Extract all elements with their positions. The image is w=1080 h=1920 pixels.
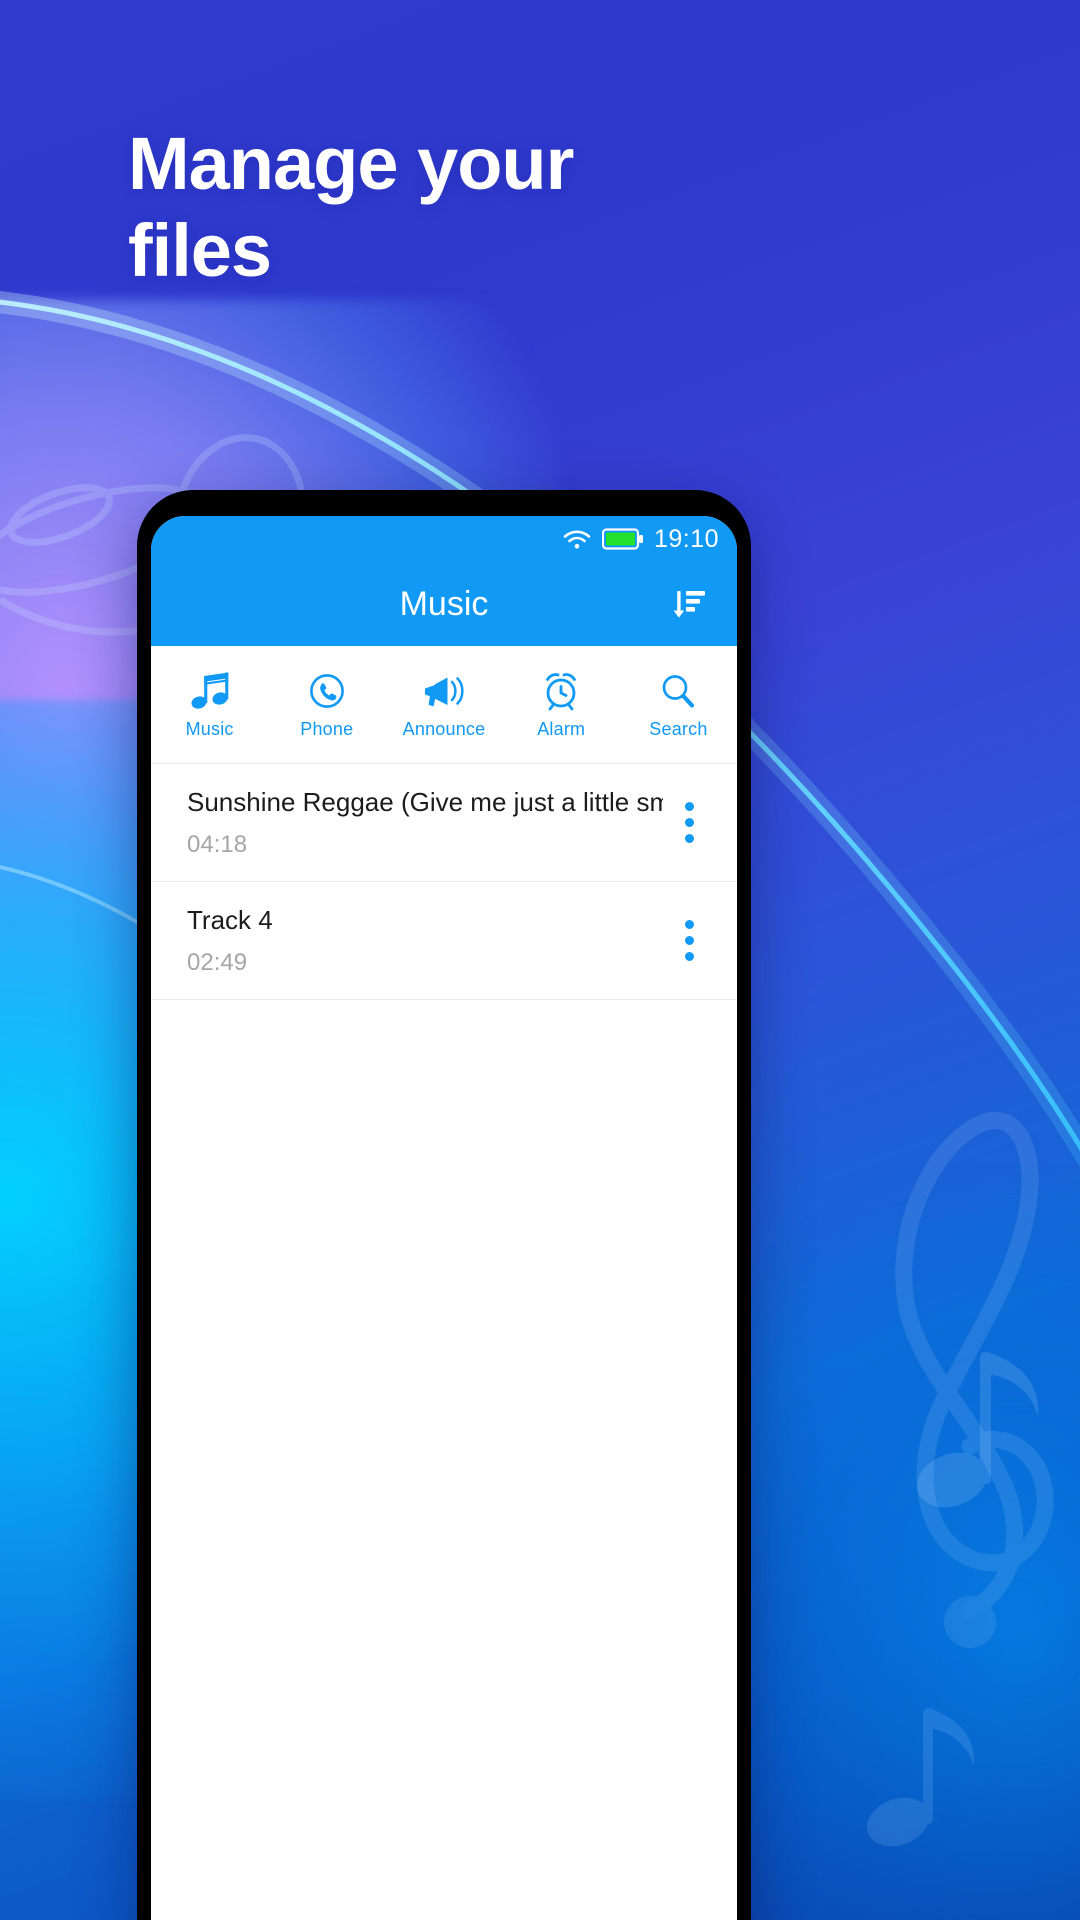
- search-icon: [658, 670, 698, 712]
- music-note-watermark-icon: [917, 1352, 1039, 1508]
- app-bar: Music: [151, 562, 737, 646]
- track-title: Track 4: [187, 905, 273, 936]
- table-row[interactable]: Track 4 02:49: [151, 882, 737, 1000]
- tab-music[interactable]: Music: [151, 646, 268, 763]
- app-bar-title: Music: [399, 584, 489, 623]
- battery-full-icon: [601, 528, 644, 550]
- treble-clef-watermark-icon: [895, 1111, 1054, 1648]
- music-note-icon: [190, 670, 230, 712]
- tab-search[interactable]: Search: [620, 646, 737, 763]
- track-info: Sunshine Reggae (Give me just a little s…: [187, 786, 663, 859]
- promo-banner: Manage your files 19:10 Music Music Phon…: [0, 0, 1080, 1920]
- tab-label: Announce: [402, 718, 486, 739]
- wifi-icon: [562, 527, 592, 551]
- sort-descending-icon[interactable]: [667, 582, 711, 626]
- table-row[interactable]: Sunshine Reggae (Give me just a little s…: [151, 764, 737, 882]
- megaphone-icon: [421, 670, 467, 712]
- track-duration: 02:49: [187, 948, 248, 976]
- promo-headline: Manage your files: [128, 122, 574, 293]
- status-bar-clock: 19:10: [653, 524, 719, 553]
- phone-device-mockup: 19:10 Music Music Phone Announce Alarm S…: [137, 490, 751, 1920]
- track-list: Sunshine Reggae (Give me just a little s…: [151, 764, 737, 1000]
- tab-label: Alarm: [537, 718, 586, 739]
- track-info: Track 4 02:49: [187, 904, 663, 977]
- tab-announce[interactable]: Announce: [385, 646, 502, 763]
- tab-label: Phone: [300, 718, 354, 739]
- tab-label: Music: [185, 718, 234, 739]
- alarm-clock-icon: [540, 670, 582, 712]
- tab-alarm[interactable]: Alarm: [503, 646, 620, 763]
- tab-label: Search: [649, 718, 708, 739]
- status-bar: 19:10: [151, 516, 737, 562]
- tab-phone[interactable]: Phone: [268, 646, 385, 763]
- track-title: Sunshine Reggae (Give me just a little s…: [187, 787, 663, 818]
- category-tab-bar: Music Phone Announce Alarm Search: [151, 646, 737, 764]
- phone-screen: 19:10 Music Music Phone Announce Alarm S…: [151, 516, 737, 1920]
- music-note-small-watermark-icon: [866, 1708, 975, 1847]
- phone-circle-icon: [307, 670, 347, 712]
- more-vertical-icon[interactable]: [663, 911, 715, 971]
- more-vertical-icon[interactable]: [663, 793, 715, 853]
- track-duration: 04:18: [187, 830, 248, 858]
